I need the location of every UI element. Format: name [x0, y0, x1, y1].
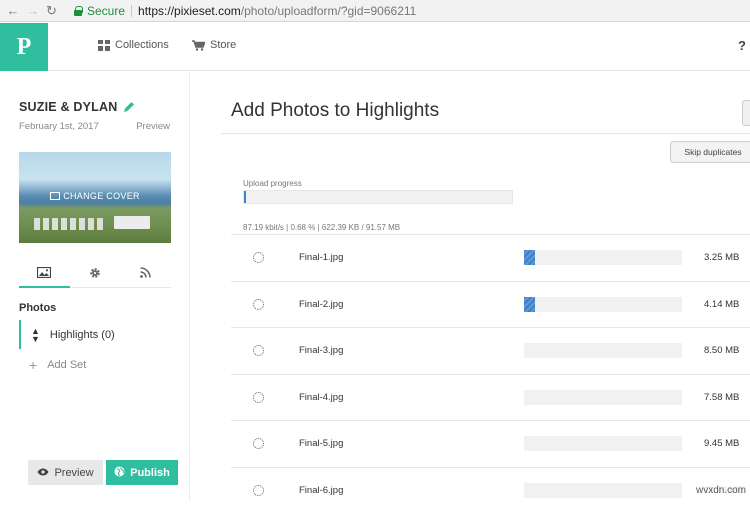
help-icon[interactable]: ?: [738, 38, 746, 53]
publish-button-label: Publish: [130, 467, 170, 479]
file-name: Final-2.jpg: [299, 299, 343, 310]
rss-icon: [140, 267, 151, 278]
image-icon: [50, 192, 60, 200]
set-item-label: Highlights (0): [50, 329, 115, 341]
drag-handle-icon[interactable]: ▲▼: [31, 327, 40, 343]
preview-link[interactable]: Preview: [136, 121, 170, 132]
sidebar: SUZIE & DYLAN February 1st, 2017 Preview…: [0, 72, 190, 500]
nav-store-label: Store: [210, 39, 236, 51]
file-progress-bar: [524, 483, 682, 498]
change-cover-label: CHANGE COVER: [63, 191, 140, 201]
reload-icon[interactable]: ↻: [46, 4, 60, 18]
album-date: February 1st, 2017: [19, 121, 99, 132]
set-item-highlights[interactable]: ▲▼ Highlights (0): [19, 320, 171, 349]
file-name: Final-6.jpg: [299, 485, 343, 496]
browser-toolbar: ← → ↻ Secure https://pixieset.com/photo/…: [0, 0, 750, 22]
watermark: wvxdn.com: [694, 484, 748, 497]
album-title: SUZIE & DYLAN: [19, 100, 135, 114]
cover-chairs: [34, 218, 104, 230]
address-bar[interactable]: https://pixieset.com/photo/uploadform/?g…: [138, 4, 416, 18]
secure-label: Secure: [87, 4, 125, 18]
cover-image[interactable]: CHANGE COVER: [19, 152, 171, 243]
upload-stats: 87.19 kbit/s | 0.68 % | 622.39 KB / 91.5…: [243, 223, 400, 232]
skip-duplicates-button[interactable]: Skip duplicates: [670, 141, 750, 163]
file-size: 3.25 MB: [704, 252, 739, 263]
nav-collections-label: Collections: [115, 39, 169, 51]
file-progress-bar: [524, 343, 682, 358]
cover-table: [114, 216, 150, 229]
preview-button-label: Preview: [54, 467, 93, 479]
file-progress-bar: [524, 436, 682, 451]
cart-icon: [192, 40, 205, 51]
eye-icon: [37, 467, 49, 479]
nav-collections[interactable]: Collections: [98, 39, 169, 51]
file-size: 4.14 MB: [704, 299, 739, 310]
loading-spinner-icon: [253, 345, 264, 356]
file-name: Final-1.jpg: [299, 252, 343, 263]
loading-spinner-icon: [253, 252, 264, 263]
add-set-label: Add Set: [47, 359, 86, 371]
publish-button[interactable]: Publish: [106, 460, 178, 485]
main-content: Add Photos to Highlights Skip duplicates…: [221, 72, 750, 500]
file-size: 7.58 MB: [704, 392, 739, 403]
tab-feed[interactable]: [120, 258, 171, 287]
file-progress-bar: [524, 250, 682, 265]
upload-progress-label: Upload progress: [243, 179, 302, 188]
back-arrow-icon[interactable]: ←: [6, 4, 20, 18]
close-panel-button[interactable]: [742, 100, 750, 126]
plus-icon: +: [29, 357, 37, 373]
grid-icon: [98, 40, 110, 51]
add-set-button[interactable]: + Add Set: [29, 357, 86, 373]
sidebar-tabs: [19, 258, 171, 288]
nav-store[interactable]: Store: [192, 39, 236, 51]
loading-spinner-icon: [253, 438, 264, 449]
upload-progress-fill: [244, 191, 246, 203]
address-separator: [131, 5, 132, 17]
tab-settings[interactable]: [70, 258, 121, 287]
file-name: Final-4.jpg: [299, 392, 343, 403]
image-icon: [37, 267, 51, 278]
loading-spinner-icon: [253, 485, 264, 496]
file-row: Final-2.jpg 4.14 MB: [231, 281, 750, 328]
change-cover-button[interactable]: CHANGE COVER: [19, 191, 171, 201]
file-list: Final-1.jpg3.25 MBFinal-2.jpg4.14 MBFina…: [231, 234, 750, 513]
pencil-icon[interactable]: [123, 101, 135, 113]
loading-spinner-icon: [253, 392, 264, 403]
file-name: Final-3.jpg: [299, 345, 343, 356]
upload-progress-bar: [243, 190, 513, 204]
file-size: 9.45 MB: [704, 438, 739, 449]
file-row: Final-3.jpg 8.50 MB: [231, 327, 750, 374]
preview-button[interactable]: Preview: [28, 460, 103, 485]
file-size: 8.50 MB: [704, 345, 739, 356]
file-name: Final-5.jpg: [299, 438, 343, 449]
pixieset-logo[interactable]: P: [0, 23, 48, 71]
file-row: Final-6.jpg11.09 MB: [231, 467, 750, 513]
file-progress-bar: [524, 297, 682, 312]
app-header: P Collections Store ?: [0, 23, 750, 71]
file-row: Final-1.jpg 3.25 MB: [231, 234, 750, 281]
url-path: /photo/uploadform/?gid=9066211: [241, 4, 417, 18]
file-progress-fill: [524, 297, 535, 312]
url-base: https://pixieset.com: [138, 4, 241, 18]
tab-photos[interactable]: [19, 258, 70, 287]
photos-heading: Photos: [19, 302, 56, 314]
album-title-text: SUZIE & DYLAN: [19, 100, 117, 114]
globe-icon: [114, 466, 125, 480]
title-divider: [221, 133, 750, 134]
file-row: Final-4.jpg 7.58 MB: [231, 374, 750, 421]
file-progress-bar: [524, 390, 682, 405]
file-row: Final-5.jpg 9.45 MB: [231, 420, 750, 467]
file-progress-fill: [524, 250, 535, 265]
gear-icon: [89, 267, 101, 279]
forward-arrow-icon[interactable]: →: [26, 4, 40, 18]
loading-spinner-icon: [253, 299, 264, 310]
lock-icon: [74, 6, 82, 16]
page-title: Add Photos to Highlights: [231, 100, 439, 122]
